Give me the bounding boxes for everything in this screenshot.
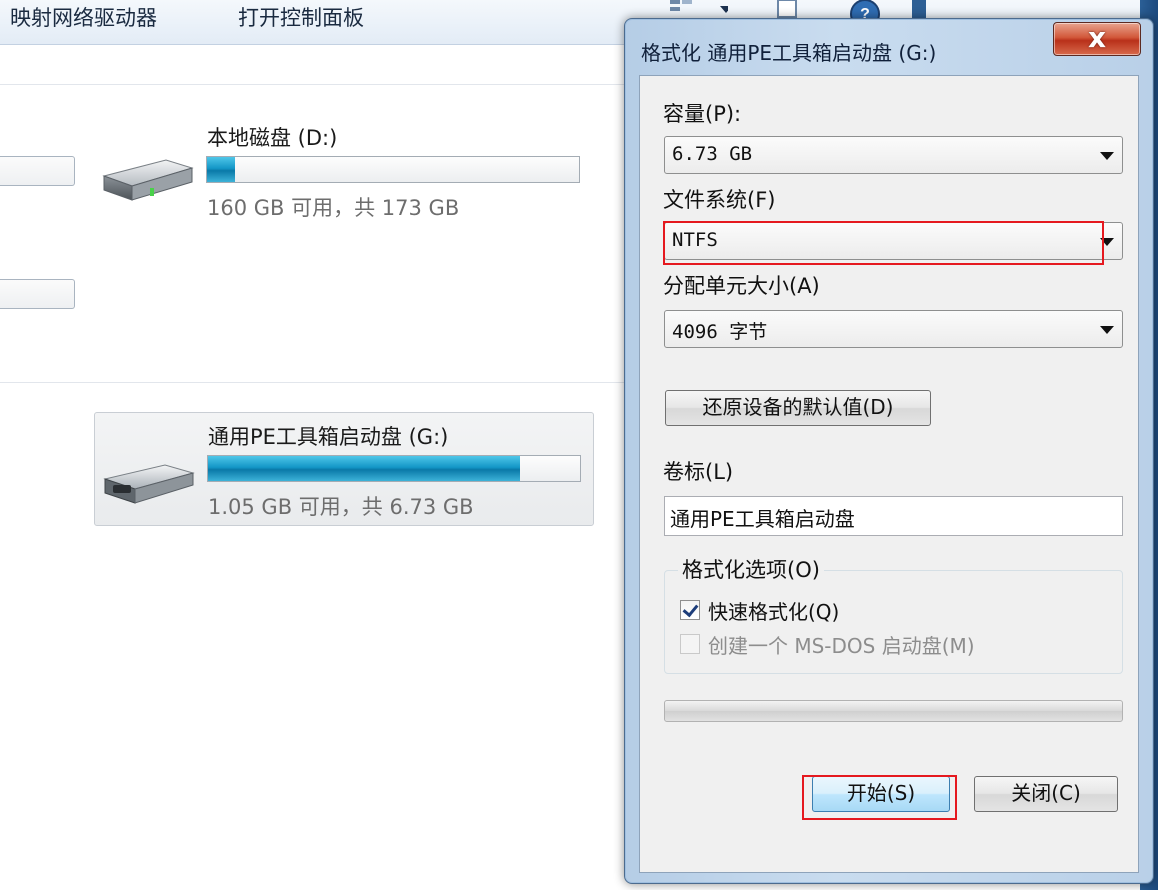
volume-label-input[interactable]: 通用PE工具箱启动盘 [664,496,1123,536]
quick-format-label: 快速格式化(Q) [708,600,840,624]
drive-usage-bar [206,156,580,183]
allocation-label: 分配单元大小(A) [663,274,820,298]
hard-drive-icon [102,159,194,201]
drive-free-space: 1.05 GB 可用，共 6.73 GB [208,495,474,519]
allocation-value: 4096 字节 [672,321,768,343]
filesystem-label: 文件系统(F) [663,188,776,212]
dialog-client-area: 容量(P): 6.73 GB 文件系统(F) NTFS 分配单元大小(A) 40… [639,75,1139,873]
window-close-button[interactable]: x [1053,21,1141,56]
chevron-down-icon [1100,238,1114,246]
dialog-title: 格式化 通用PE工具箱启动盘 (G:) [641,41,937,65]
format-dialog: 格式化 通用PE工具箱启动盘 (G:) x 容量(P): 6.73 GB 文件系… [624,18,1154,884]
filesystem-value: NTFS [672,229,718,251]
format-progress-bar [664,700,1123,722]
drive-item-d[interactable]: 本地磁盘 (D:) 160 GB 可用，共 173 GB [96,110,592,222]
capacity-label: 容量(P): [663,102,742,126]
svg-text:?: ? [860,6,870,18]
drive-usage-bar [207,455,581,482]
allocation-select[interactable]: 4096 字节 [664,310,1123,348]
drive-usage-fill [208,456,521,481]
partial-drive-bar [0,279,75,309]
close-button[interactable]: 关闭(C) [974,776,1118,812]
chevron-down-icon [1100,152,1114,160]
quick-format-checkbox[interactable] [680,600,700,620]
capacity-select[interactable]: 6.73 GB [664,136,1123,174]
view-controls: ? [664,0,934,20]
msdos-boot-label: 创建一个 MS-DOS 启动盘(M) [708,634,975,658]
drive-item-g[interactable]: 通用PE工具箱启动盘 (G:) 1.05 GB 可用，共 6.73 GB [94,412,594,526]
volume-label: 卷标(L) [663,460,734,484]
msdos-boot-checkbox[interactable] [680,634,700,654]
help-icon[interactable]: ? [848,0,882,18]
drive-name: 通用PE工具箱启动盘 (G:) [208,425,449,449]
close-icon: x [1087,21,1107,54]
capacity-value: 6.73 GB [672,143,753,165]
open-control-panel-button[interactable]: 打开控制面板 [238,2,364,32]
separator [0,382,625,383]
separator [0,84,625,85]
start-button[interactable]: 开始(S) [812,776,950,812]
partial-drive-bar [0,156,75,186]
map-network-drive-button[interactable]: 映射网络驱动器 [10,2,157,32]
drive-name: 本地磁盘 (D:) [207,126,338,150]
drive-usage-fill [207,157,235,182]
drive-free-space: 160 GB 可用，共 173 GB [207,196,460,220]
format-options-title: 格式化选项(O) [678,554,824,584]
removable-drive-icon [103,464,195,504]
preview-pane-icon[interactable] [776,0,800,18]
restore-defaults-button[interactable]: 还原设备的默认值(D) [665,390,931,426]
filesystem-select[interactable]: NTFS [664,222,1123,260]
view-options-icon[interactable] [668,0,728,18]
chevron-down-icon [1100,326,1114,334]
